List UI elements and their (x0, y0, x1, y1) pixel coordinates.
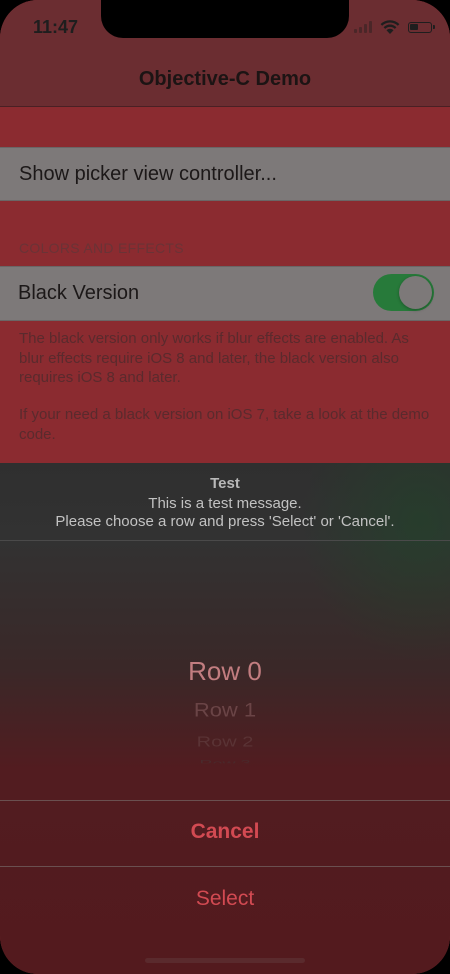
sheet-title: Test (210, 475, 240, 492)
sheet-divider-select (0, 866, 450, 867)
show-picker-label: Show picker view controller... (19, 163, 277, 185)
footer-note-2: If your need a black version on iOS 7, t… (19, 406, 430, 443)
notch (101, 0, 349, 38)
black-version-toggle[interactable] (373, 274, 434, 311)
picker-row-3[interactable]: Row 3 (0, 759, 450, 764)
wifi-icon (380, 19, 400, 34)
show-picker-cell[interactable]: Show picker view controller... (0, 147, 450, 201)
cancel-button[interactable]: Cancel (0, 820, 450, 844)
sheet-divider-buttons (0, 800, 450, 801)
battery-icon (408, 21, 435, 33)
picker-row-0[interactable]: Row 0 (0, 656, 450, 687)
sheet-glow (300, 463, 450, 663)
screen: 11:47 Objective-C Demo Show picker view … (0, 0, 450, 974)
navigation-bar: Objective-C Demo (0, 56, 450, 107)
picker-row-1[interactable]: Row 1 (0, 698, 450, 721)
status-time: 11:47 (33, 17, 79, 37)
cellular-signal-icon (354, 21, 372, 33)
sheet-message-line-2: Please choose a row and press 'Select' o… (55, 513, 395, 530)
status-bar: 11:47 (0, 0, 450, 56)
home-indicator (145, 958, 305, 963)
page-title: Objective-C Demo (138, 68, 312, 90)
sheet-divider-top (0, 540, 450, 541)
toggle-knob (399, 276, 432, 309)
select-button[interactable]: Select (0, 887, 450, 911)
section-header-colors: COLORS AND EFFECTS (19, 240, 184, 256)
picker-row-2[interactable]: Row 2 (0, 734, 450, 751)
footer-note-1: The black version only works if blur eff… (19, 330, 409, 386)
status-icons (354, 18, 435, 36)
sheet-message-line-1: This is a test message. (148, 495, 302, 512)
black-version-label: Black Version (18, 282, 140, 304)
